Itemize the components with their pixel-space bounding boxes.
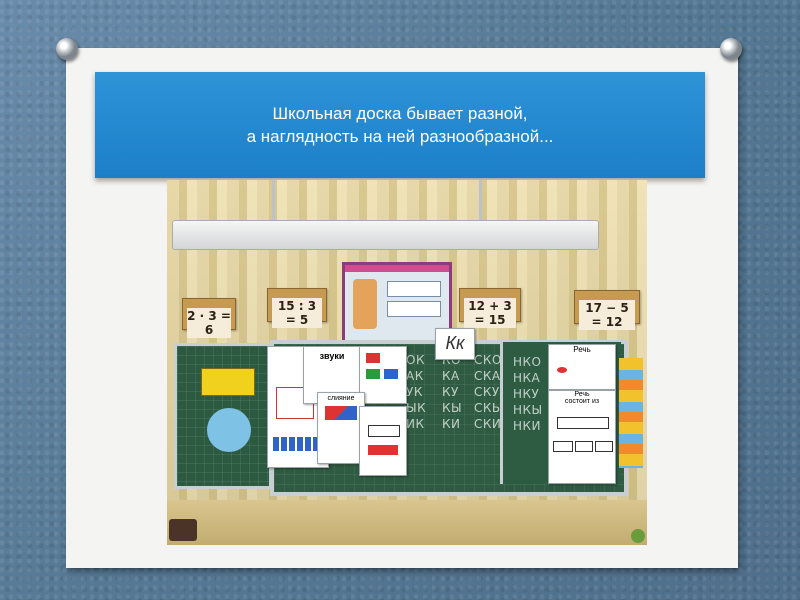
plant — [631, 529, 645, 543]
shelf — [167, 500, 647, 545]
math-sign: 2 · 3 = 6 — [182, 298, 236, 338]
letter-card: Кк — [435, 328, 475, 360]
paper-card — [359, 406, 407, 476]
math-sign: 17 − 5 = 12 — [574, 290, 640, 330]
paper-card: Речь состоит из — [548, 390, 616, 484]
paper-card: Речь — [548, 344, 616, 390]
pushpin-icon — [720, 38, 742, 60]
chalk-syllables: СКО СКА СКУ СКЫ СКИ — [474, 353, 503, 431]
chalk-syllables: КО КА КУ КЫ КИ — [442, 353, 463, 431]
title-banner: Школьная доска бывает разной, а наглядно… — [95, 72, 705, 178]
chalk-syllables: ОК АК УК ЫК ИК — [406, 353, 427, 431]
paper-card — [359, 346, 407, 404]
chalk-syllables: НКО НКА НКУ НКЫ НКИ — [513, 355, 543, 433]
title-line-2: а наглядность на ней разнообразной... — [246, 127, 554, 146]
pushpin-icon — [56, 38, 78, 60]
paper-card: слияние — [317, 392, 365, 464]
title-line-1: Школьная доска бывает разной, — [272, 104, 528, 123]
side-chalkboard — [174, 343, 272, 489]
classroom-photo: 2 · 3 = 6 15 : 3 = 5 12 + 3 = 15 17 − 5 … — [167, 180, 647, 545]
math-sign: 15 : 3 = 5 — [267, 288, 327, 328]
ceiling-lamp — [172, 220, 599, 250]
alphabet-strip — [619, 358, 643, 468]
chair — [169, 519, 197, 541]
math-sign: 12 + 3 = 15 — [459, 288, 521, 328]
